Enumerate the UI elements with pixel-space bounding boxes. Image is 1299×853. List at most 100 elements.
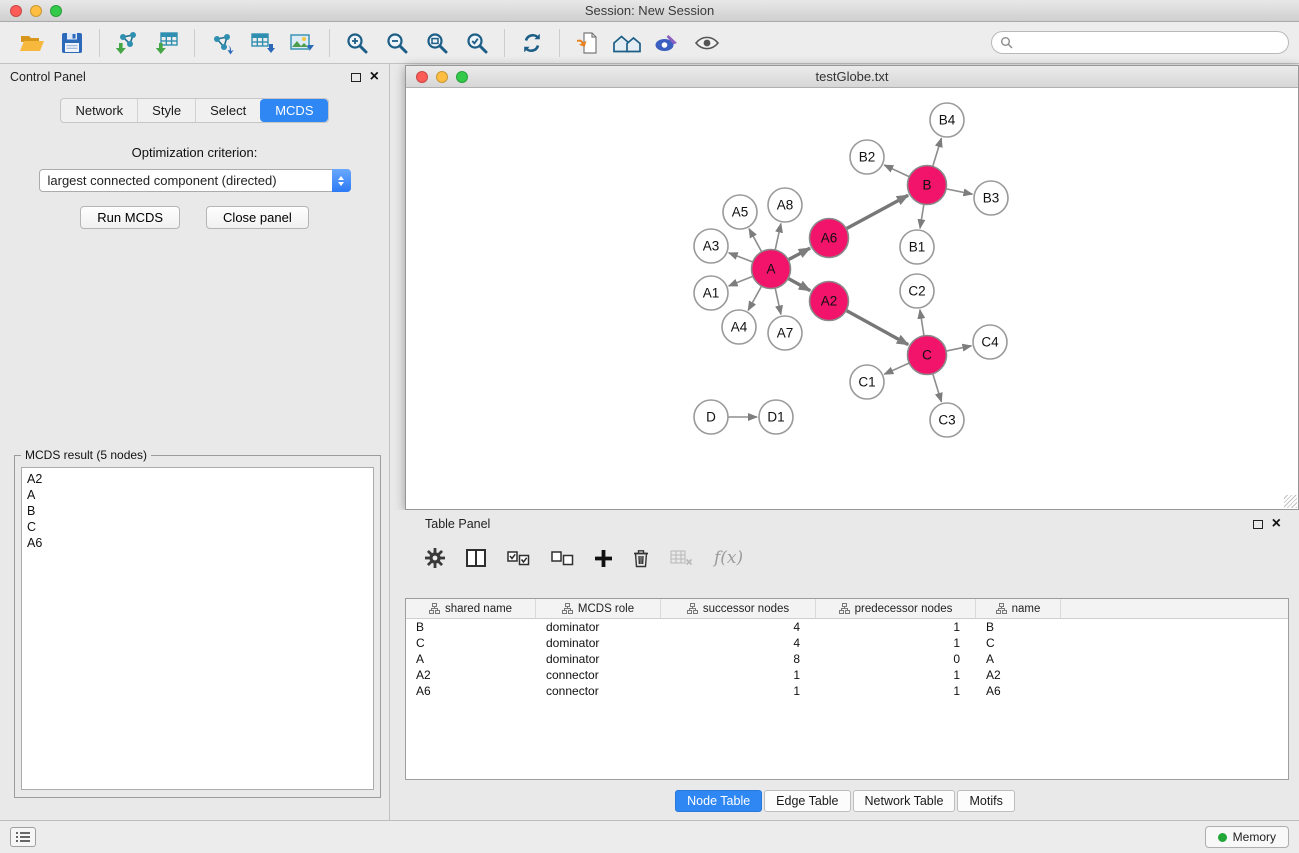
column-header-name[interactable]: name — [976, 599, 1061, 618]
export-image-button[interactable] — [282, 26, 322, 60]
table-settings-button[interactable] — [425, 548, 445, 568]
task-history-button[interactable] — [10, 827, 36, 847]
search-box[interactable] — [991, 31, 1289, 54]
table-row[interactable]: Cdominator41C — [406, 635, 1288, 651]
table-row[interactable]: A2connector11A2 — [406, 667, 1288, 683]
zoom-in-button[interactable] — [337, 26, 377, 60]
mcds-result-item[interactable]: A6 — [27, 535, 368, 551]
table-row[interactable]: Bdominator41B — [406, 619, 1288, 635]
node-B1[interactable]: B1 — [900, 230, 934, 264]
column-header-MCDS-role[interactable]: MCDS role — [536, 599, 661, 618]
mcds-result-item[interactable]: B — [27, 503, 368, 519]
node-A2[interactable]: A2 — [810, 282, 849, 321]
node-A4[interactable]: A4 — [722, 310, 756, 344]
node-C2[interactable]: C2 — [900, 274, 934, 308]
clone-network-button[interactable] — [242, 26, 282, 60]
zoom-selected-button[interactable] — [457, 26, 497, 60]
search-input[interactable] — [1018, 36, 1280, 50]
node-B[interactable]: B — [908, 166, 947, 205]
tab-select[interactable]: Select — [195, 99, 260, 122]
node-A3[interactable]: A3 — [694, 229, 728, 263]
edge-B-B3[interactable] — [946, 189, 972, 194]
node-C3[interactable]: C3 — [930, 403, 964, 437]
apply-layout-button[interactable] — [512, 26, 552, 60]
home-view-button[interactable] — [607, 26, 647, 60]
float-panel-icon[interactable] — [351, 73, 361, 82]
node-A8[interactable]: A8 — [768, 188, 802, 222]
tab-edge-table[interactable]: Edge Table — [764, 790, 850, 812]
tab-network[interactable]: Network — [61, 99, 137, 122]
delete-table-button[interactable] — [670, 550, 693, 566]
zoom-out-button[interactable] — [377, 26, 417, 60]
edge-A-A5[interactable] — [749, 229, 762, 252]
annotation-style-button[interactable] — [647, 26, 687, 60]
edge-A-A8[interactable] — [775, 224, 781, 250]
tab-style[interactable]: Style — [137, 99, 195, 122]
memory-button[interactable]: Memory — [1205, 826, 1289, 848]
criterion-select[interactable]: largest connected component (directed) — [39, 169, 351, 192]
edge-B-B2[interactable] — [884, 165, 909, 177]
edge-A-A2[interactable] — [788, 278, 810, 290]
edge-C-C1[interactable] — [884, 363, 909, 374]
network-graph[interactable]: B4B2BB3A5A8A6B1A3AC2A1A2A4A7C4CC1C3DD1 — [406, 88, 1298, 509]
node-A[interactable]: A — [752, 250, 791, 289]
edge-A-A1[interactable] — [729, 276, 753, 286]
node-D[interactable]: D — [694, 400, 728, 434]
column-header-predecessor-nodes[interactable]: predecessor nodes — [816, 599, 976, 618]
edge-A-A7[interactable] — [775, 288, 781, 314]
edge-C-C3[interactable] — [933, 374, 942, 402]
mcds-result-item[interactable]: A2 — [27, 471, 368, 487]
column-header-shared-name[interactable]: shared name — [406, 599, 536, 618]
resize-grip[interactable] — [1284, 495, 1297, 508]
delete-column-button[interactable] — [633, 549, 649, 568]
edge-A-A6[interactable] — [788, 248, 810, 260]
show-columns-button[interactable] — [466, 549, 486, 567]
tab-motifs[interactable]: Motifs — [957, 790, 1014, 812]
maximize-window-button[interactable] — [50, 5, 62, 17]
tab-node-table[interactable]: Node Table — [675, 790, 762, 812]
node-C[interactable]: C — [908, 336, 947, 375]
close-network-window-button[interactable] — [416, 71, 428, 83]
edge-A-A3[interactable] — [729, 253, 753, 262]
node-A7[interactable]: A7 — [768, 316, 802, 350]
maximize-network-window-button[interactable] — [456, 71, 468, 83]
node-C4[interactable]: C4 — [973, 325, 1007, 359]
column-header-successor-nodes[interactable]: successor nodes — [661, 599, 816, 618]
node-A5[interactable]: A5 — [723, 195, 757, 229]
node-C1[interactable]: C1 — [850, 365, 884, 399]
import-network-file-button[interactable] — [107, 26, 147, 60]
node-B2[interactable]: B2 — [850, 140, 884, 174]
deselect-all-button[interactable] — [551, 551, 574, 566]
table-row[interactable]: A6connector11A6 — [406, 683, 1288, 699]
network-canvas[interactable]: B4B2BB3A5A8A6B1A3AC2A1A2A4A7C4CC1C3DD1 — [406, 88, 1298, 509]
mcds-result-item[interactable]: C — [27, 519, 368, 535]
node-D1[interactable]: D1 — [759, 400, 793, 434]
node-B3[interactable]: B3 — [974, 181, 1008, 215]
mcds-result-list[interactable]: A2ABCA6 — [21, 467, 374, 790]
mcds-result-item[interactable]: A — [27, 487, 368, 503]
run-mcds-button[interactable]: Run MCDS — [80, 206, 180, 229]
edge-A2-C[interactable] — [846, 310, 908, 344]
import-table-file-button[interactable] — [147, 26, 187, 60]
show-graphics-details-button[interactable] — [687, 26, 727, 60]
tab-mcds[interactable]: MCDS — [260, 99, 327, 122]
tab-network-table[interactable]: Network Table — [853, 790, 956, 812]
close-window-button[interactable] — [10, 5, 22, 17]
open-file-button[interactable] — [12, 26, 52, 60]
document-history-button[interactable] — [567, 26, 607, 60]
edge-B-B4[interactable] — [933, 138, 942, 166]
minimize-window-button[interactable] — [30, 5, 42, 17]
function-builder-button[interactable]: f(x) — [714, 548, 743, 568]
close-panel-button[interactable]: Close panel — [206, 206, 309, 229]
save-session-button[interactable] — [52, 26, 92, 60]
float-table-panel-icon[interactable] — [1253, 520, 1263, 529]
edge-B-B1[interactable] — [920, 204, 924, 228]
edge-C-C2[interactable] — [920, 310, 924, 336]
node-B4[interactable]: B4 — [930, 103, 964, 137]
minimize-network-window-button[interactable] — [436, 71, 448, 83]
add-column-button[interactable] — [595, 550, 612, 567]
new-network-button[interactable] — [202, 26, 242, 60]
select-all-button[interactable] — [507, 551, 530, 566]
close-table-panel-icon[interactable]: × — [1272, 516, 1281, 532]
edge-A6-B[interactable] — [846, 195, 908, 228]
